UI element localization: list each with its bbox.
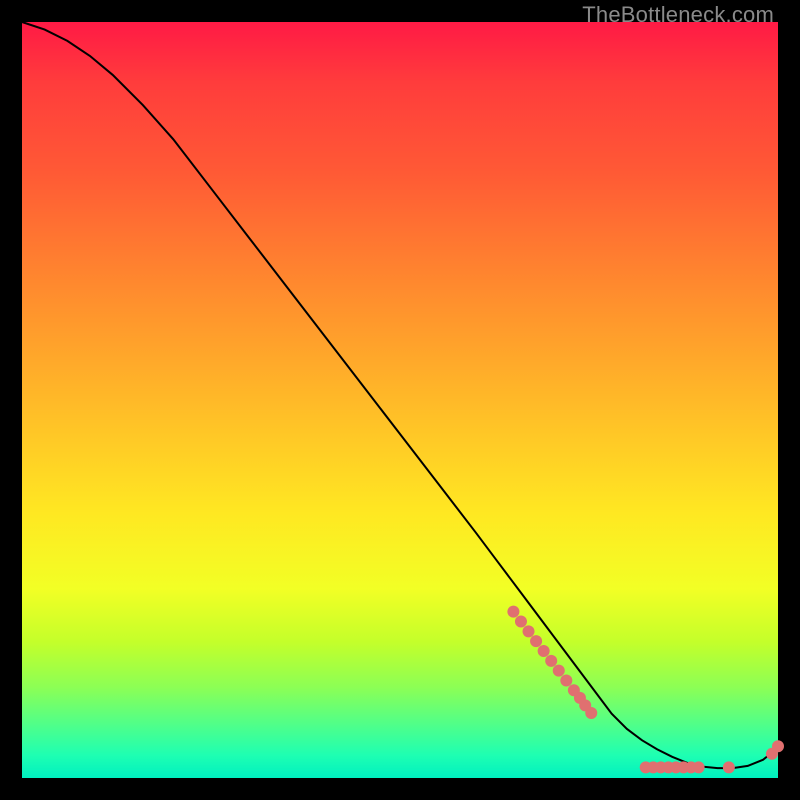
data-marker (693, 761, 705, 773)
chart-stage: { "watermark": "TheBottleneck.com", "col… (0, 0, 800, 800)
plot-area (22, 22, 778, 778)
data-marker (723, 761, 735, 773)
watermark-text: TheBottleneck.com (582, 2, 774, 28)
data-marker (585, 707, 597, 719)
data-marker (515, 616, 527, 628)
data-marker (545, 655, 557, 667)
bottleneck-curve (22, 22, 778, 768)
data-marker (523, 625, 535, 637)
data-marker (553, 665, 565, 677)
data-marker (530, 635, 542, 647)
chart-svg (22, 22, 778, 778)
data-marker (772, 740, 784, 752)
data-marker (560, 674, 572, 686)
data-marker (507, 606, 519, 618)
data-marker (538, 645, 550, 657)
